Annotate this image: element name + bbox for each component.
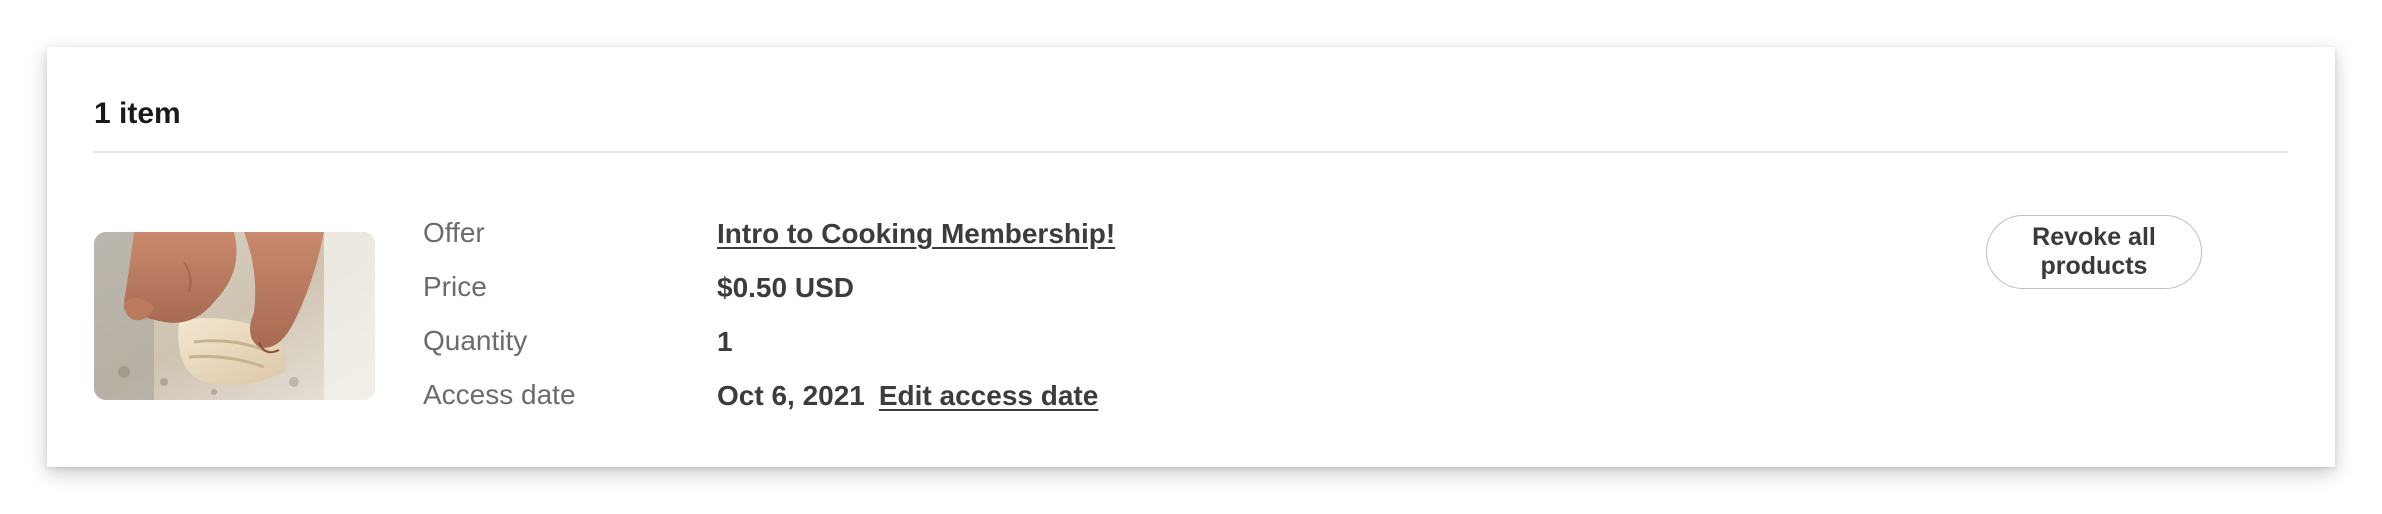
access-date-label: Access date xyxy=(423,379,576,410)
quantity-value: 1 xyxy=(717,326,733,357)
price-value: $0.50 USD xyxy=(717,272,854,303)
revoke-all-products-button[interactable]: Revoke all products xyxy=(1986,215,2202,289)
price-label: Price xyxy=(423,271,487,302)
offer-label: Offer xyxy=(423,217,485,248)
quantity-label: Quantity xyxy=(423,325,528,356)
order-items-card: 1 item Offer Intro to Cooking Membership… xyxy=(47,47,2335,467)
offer-thumbnail xyxy=(94,232,375,400)
edit-access-date-link[interactable]: Edit access date xyxy=(879,380,1098,411)
access-date-row: Oct 6, 2021 Edit access date xyxy=(717,380,1098,412)
access-date-value: Oct 6, 2021 xyxy=(717,380,865,411)
items-count-heading: 1 item xyxy=(94,97,181,130)
divider xyxy=(94,151,2288,153)
offer-link[interactable]: Intro to Cooking Membership! xyxy=(717,218,1115,250)
